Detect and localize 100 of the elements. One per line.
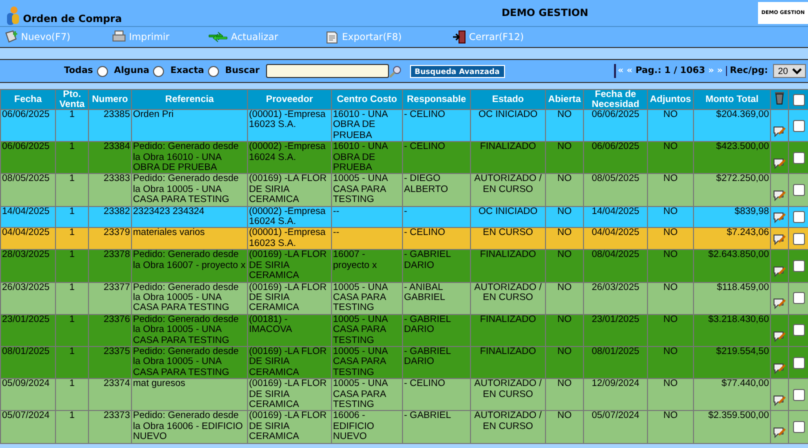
table-cell: - GABRIEL DARIO — [402, 314, 470, 346]
column-header[interactable]: Fecha de Necesidad — [584, 90, 648, 110]
column-header[interactable]: Responsable — [402, 90, 470, 110]
row-checkbox[interactable] — [792, 232, 804, 245]
note-edit-icon[interactable] — [773, 190, 786, 202]
next-page-link[interactable]: » — [708, 66, 714, 76]
column-header[interactable]: Adjuntos — [648, 90, 694, 110]
table-cell: 10005 - UNA CASA PARA TESTING — [332, 282, 402, 314]
table-cell: NO — [648, 142, 694, 174]
previous-page-link[interactable]: « — [626, 66, 632, 76]
export-sheet-icon — [325, 30, 339, 44]
column-header[interactable]: Referencia — [132, 90, 248, 110]
column-header[interactable]: Monto Total — [694, 90, 770, 110]
note-edit-icon[interactable] — [773, 394, 786, 407]
row-checkbox[interactable] — [792, 184, 804, 196]
table-cell: materiales varios — [132, 228, 248, 250]
row-checkbox[interactable] — [792, 120, 804, 132]
table-cell: 12/09/2024 — [584, 378, 648, 411]
trash-can-icon[interactable] — [774, 91, 786, 106]
table-cell: 1 — [56, 346, 88, 379]
row-checkbox[interactable] — [792, 211, 804, 224]
row-checkbox[interactable] — [792, 388, 804, 401]
column-header[interactable]: Pto. Venta — [56, 90, 88, 110]
note-edit-icon[interactable] — [773, 126, 786, 138]
search-mode-radio[interactable] — [153, 66, 164, 76]
table-cell: - ANIBAL GABRIEL — [402, 282, 470, 314]
search-icon[interactable] — [388, 64, 402, 78]
column-header[interactable]: Fecha — [0, 90, 56, 110]
select-all-checkbox[interactable] — [792, 94, 804, 106]
note-edit-icon[interactable] — [773, 234, 786, 246]
row-checkbox[interactable] — [792, 420, 804, 433]
table-cell: 16010 - UNA OBRA DE PRUEBA — [332, 142, 402, 174]
note-edit-icon[interactable] — [773, 266, 786, 278]
search-mode-label: Exacta — [170, 66, 204, 76]
table-cell: 23379 — [88, 228, 132, 250]
table-cell: $839,98 — [694, 206, 770, 228]
page-position: 1 / 1063 — [664, 66, 706, 76]
toolbar-button[interactable]: Nuevo(F7) — [4, 30, 112, 44]
table-cell: 1 — [56, 250, 88, 282]
search-field[interactable] — [266, 64, 389, 78]
table-cell: (00169) -LA FLOR DE SIRIA CERAMICA — [248, 410, 332, 444]
table-cell: NO — [648, 250, 694, 282]
column-header[interactable]: Centro Costo — [332, 90, 402, 110]
column-header[interactable]: Estado — [470, 90, 546, 110]
table-cell: 06/06/2025 — [584, 110, 648, 142]
column-header[interactable]: Proveedor — [248, 90, 332, 110]
table-cell: - CELINO — [402, 228, 470, 250]
last-page-link[interactable]: » — [717, 66, 723, 76]
search-mode-radio[interactable] — [97, 66, 108, 76]
exit-door-icon — [452, 30, 466, 44]
toolbar-button[interactable]: Cerrar(F12) — [452, 30, 572, 44]
table-cell: AUTORIZADO / EN CURSO — [470, 174, 546, 206]
table-cell: 16006 - EDIFICIO NUEVO — [332, 410, 402, 444]
row-checkbox[interactable] — [792, 152, 804, 164]
toolbar-button[interactable]: Exportar(F8) — [325, 30, 452, 44]
table-cell: FINALIZADO — [470, 346, 546, 379]
note-edit-icon[interactable] — [773, 158, 786, 170]
table-cell: 16007 - proyecto x — [332, 250, 402, 282]
table-cell: $3.218.430,60 — [694, 314, 770, 346]
note-edit-icon[interactable] — [773, 298, 786, 310]
table-cell: 08/04/2025 — [584, 250, 648, 282]
table-cell: 26/03/2025 — [0, 282, 56, 314]
table-cell: 1 — [56, 174, 88, 206]
table-cell: (00001) -Empresa 16023 S.A. — [248, 110, 332, 142]
table-cell: 23384 — [88, 142, 132, 174]
column-header[interactable]: Abierta — [546, 90, 584, 110]
search-mode-radio[interactable] — [208, 66, 220, 76]
row-checkbox[interactable] — [792, 260, 804, 272]
table-cell: - GABRIEL DARIO — [402, 346, 470, 379]
note-edit-icon[interactable] — [773, 362, 786, 375]
table-cell: NO — [546, 174, 584, 206]
table-cell: Pedido: Generado desde la Obra 10005 - UNA CASA PARA TESTING — [132, 282, 248, 314]
table-cell: - DIEGO ALBERTO — [402, 174, 470, 206]
toolbar-button[interactable]: Imprimir — [112, 30, 208, 44]
toolbar-button[interactable]: Actualizar — [208, 31, 325, 43]
table-cell: 23385 — [88, 110, 132, 142]
table-cell: Pedido: Generado desde la Obra 16006 - EDIFICIO NUEVO — [132, 410, 248, 444]
per-page-select[interactable]: 20 — [773, 64, 806, 78]
table-cell: NO — [546, 378, 584, 411]
table-cell: NO — [546, 206, 584, 228]
table-cell: $272.250,00 — [694, 174, 770, 206]
note-edit-icon[interactable] — [773, 330, 786, 343]
table-cell: 04/04/2025 — [0, 228, 56, 250]
table-cell: 23383 — [88, 174, 132, 206]
column-header[interactable]: Numero — [88, 90, 132, 110]
note-edit-icon[interactable] — [773, 212, 786, 224]
row-checkbox[interactable] — [792, 356, 804, 369]
table-cell: -- — [332, 228, 402, 250]
table-cell: 23378 — [88, 250, 132, 282]
table-cell: NO — [648, 110, 694, 142]
row-checkbox[interactable] — [792, 292, 804, 304]
table-cell: Pedido: Generado desde la Obra 10005 - UNA CASA PARA TESTING — [132, 174, 248, 206]
first-page-link[interactable]: « — [618, 66, 624, 76]
table-cell: $2.359.500,00 — [694, 410, 770, 444]
row-checkbox[interactable] — [792, 324, 804, 336]
table-cell: NO — [546, 250, 584, 282]
table-cell: 1 — [56, 410, 88, 444]
note-edit-icon[interactable] — [773, 427, 786, 440]
table-cell: 14/04/2025 — [584, 206, 648, 228]
table-cell: Pedido: Generado desde la Obra 16007 - proyecto x — [132, 250, 248, 282]
